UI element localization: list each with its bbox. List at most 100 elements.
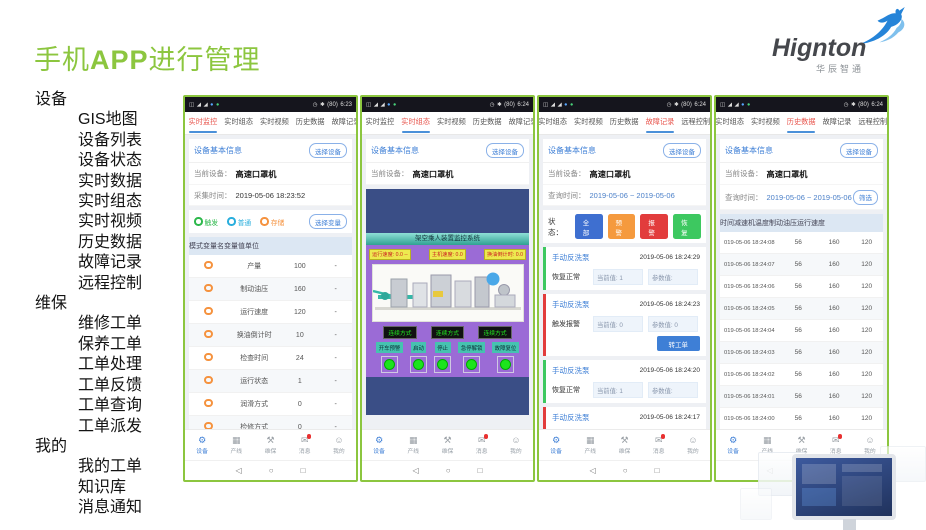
app-tab[interactable]: 故障记录 <box>328 112 356 134</box>
nav-item[interactable]: ▦ 产线 <box>573 430 607 460</box>
to-workorder-button[interactable]: 转工单 <box>657 336 701 351</box>
table-row[interactable]: 019-05-06 18:24:01 56 160 120 <box>720 386 883 408</box>
history-time: 019-05-06 18:24:07 <box>720 262 779 268</box>
table-row[interactable]: 019-05-06 18:24:04 56 160 120 <box>720 320 883 342</box>
app-tab[interactable]: 实时组态 <box>714 112 748 134</box>
nav-item[interactable]: ⚙ 设备 <box>362 430 396 460</box>
app-tab[interactable]: 实时视频 <box>748 112 784 134</box>
bottom-nav: ⚙ 设备 ▦ 产线 ⚒ 维保 ✉ 消息 ☺ 我的 <box>362 429 533 460</box>
app-tab[interactable]: 远程控制 <box>855 112 887 134</box>
table-row[interactable]: 润滑方式 0 - <box>189 393 352 416</box>
status-filter-button[interactable]: 报警 <box>640 214 668 239</box>
table-row[interactable]: 换油倒计时 10 - <box>189 324 352 347</box>
app-tab[interactable]: 实时组态 <box>398 112 434 134</box>
table-row[interactable]: 019-05-06 18:24:07 56 160 120 <box>720 254 883 276</box>
phone-history-data: ◫◢◢●● ◷ ✱ (80) 6:24 实时监控实时组态实时视频历史数据故障记录… <box>714 95 889 482</box>
hmi-control-button[interactable]: 急停解锁 <box>458 342 485 353</box>
table-row[interactable]: 制动油压 160 - <box>189 278 352 301</box>
recents-icon[interactable]: □ <box>655 466 660 475</box>
app-tab[interactable]: 故障记录 <box>642 112 678 134</box>
hmi-mode-button[interactable]: 连续方式 <box>478 326 511 339</box>
table-row[interactable]: 019-05-06 18:24:03 56 160 120 <box>720 342 883 364</box>
phone-screenshots-row: ◫◢◢●● ◷ ✱ (80) 6:23 实时监控实时组态实时视频历史数据故障记录… <box>183 95 889 482</box>
select-variable-button[interactable]: 选择变量 <box>309 214 347 229</box>
nav-item[interactable]: ✉ 消息 <box>465 430 499 460</box>
app-tab[interactable]: 实时视频 <box>257 112 293 134</box>
recents-icon[interactable]: □ <box>301 466 306 475</box>
nav-item[interactable]: ⚙ 设备 <box>539 430 573 460</box>
app-tab[interactable]: 历史数据 <box>469 112 505 134</box>
column-header: 运行速度 <box>797 218 825 228</box>
app-tab[interactable]: 远程控制 <box>678 112 710 134</box>
select-device-button[interactable]: 选择设备 <box>840 143 878 158</box>
app-tab[interactable]: 故障记录 <box>505 112 533 134</box>
nav-item[interactable]: ☺ 我的 <box>322 430 356 460</box>
fault-status: 恢复正常 <box>552 272 588 282</box>
nav-item[interactable]: ▦ 产线 <box>219 430 253 460</box>
nav-item[interactable]: ▦ 产线 <box>396 430 430 460</box>
select-device-button[interactable]: 选择设备 <box>663 143 701 158</box>
app-tab[interactable]: 实时视频 <box>434 112 470 134</box>
dot-green-icon: ● <box>747 102 750 108</box>
table-row[interactable]: 019-05-06 18:24:08 56 160 120 <box>720 232 883 254</box>
nav-item[interactable]: ☺ 我的 <box>499 430 533 460</box>
status-filter-button[interactable]: 恢复 <box>673 214 701 239</box>
nav-item[interactable]: ⚒ 维保 <box>607 430 641 460</box>
app-tab[interactable]: 历史数据 <box>606 112 642 134</box>
home-icon[interactable]: ○ <box>623 466 628 475</box>
hmi-mode-button[interactable]: 连续方式 <box>431 326 464 339</box>
phone-body: 设备基本信息 选择设备 当前设备：高速口罩机 查询时间： 2019-05-06 … <box>716 135 887 429</box>
status-filter-button[interactable]: 全部 <box>575 214 603 239</box>
table-row[interactable]: 019-05-06 18:24:05 56 160 120 <box>720 298 883 320</box>
status-bar: ◫◢◢●● ◷ ✱ (80) 6:24 <box>716 97 887 112</box>
app-tab[interactable]: 实时组态 <box>221 112 257 134</box>
card-title: 设备基本信息 <box>194 145 242 156</box>
bluetooth-icon: ✱ <box>851 102 856 108</box>
nav-item[interactable]: ✉ 消息 <box>288 430 322 460</box>
nav-item[interactable]: ⚒ 维保 <box>253 430 287 460</box>
hmi-control-button[interactable]: 开车预警 <box>376 342 403 353</box>
android-nav-bar: ◁ ○ □ <box>539 460 710 480</box>
nav-item[interactable]: ⚒ 维保 <box>430 430 464 460</box>
table-row[interactable]: 019-05-06 18:24:06 56 160 120 <box>720 276 883 298</box>
hmi-control-button[interactable]: 启动 <box>411 342 427 353</box>
app-tab[interactable]: 实时监控 <box>185 112 221 134</box>
app-tab[interactable]: 历史数据 <box>783 112 819 134</box>
fault-record-card[interactable]: 手动反洗泵 2019-05-06 18:24:29 恢复正常 当前值: 1 参数… <box>543 247 706 290</box>
fault-record-list: 手动反洗泵 2019-05-06 18:24:29 恢复正常 当前值: 1 参数… <box>539 243 710 429</box>
back-icon[interactable]: ◁ <box>236 466 242 475</box>
app-tab[interactable]: 实时视频 <box>571 112 607 134</box>
status-filter-button[interactable]: 预警 <box>608 214 636 239</box>
app-tab[interactable]: 历史数据 <box>292 112 328 134</box>
fault-record-card[interactable]: 手动反洗泵 2019-05-06 18:24:20 恢复正常 当前值: 1 参数… <box>543 360 706 403</box>
back-icon[interactable]: ◁ <box>590 466 596 475</box>
slide: 手机APP进行管理 Hignton 华辰智通 设备 GIS地图设备列表设备状态实… <box>0 0 926 530</box>
nav-label: 产线 <box>231 446 243 455</box>
hmi-mode-button[interactable]: 连续方式 <box>383 326 416 339</box>
table-row[interactable]: 检查时间 24 - <box>189 347 352 370</box>
hmi-control-button[interactable]: 停止 <box>435 342 451 353</box>
app-tab[interactable]: 故障记录 <box>819 112 855 134</box>
home-icon[interactable]: ○ <box>269 466 274 475</box>
select-device-button[interactable]: 选择设备 <box>309 143 347 158</box>
table-row[interactable]: 运行状态 1 - <box>189 370 352 393</box>
filter-button[interactable]: 筛选 <box>853 190 878 205</box>
table-row[interactable]: 019-05-06 18:24:02 56 160 120 <box>720 364 883 386</box>
app-tab[interactable]: 实时组态 <box>537 112 571 134</box>
home-icon[interactable]: ○ <box>446 466 451 475</box>
back-icon[interactable]: ◁ <box>413 466 419 475</box>
nav-label: 设备 <box>727 446 739 455</box>
production-line-icon: ▦ <box>409 435 418 446</box>
select-device-button[interactable]: 选择设备 <box>486 143 524 158</box>
table-row[interactable]: 检修方式 0 - <box>189 416 352 429</box>
app-tab[interactable]: 实时监控 <box>362 112 398 134</box>
nav-item[interactable]: ✉ 消息 <box>642 430 676 460</box>
nav-item[interactable]: ⚙ 设备 <box>185 430 219 460</box>
fault-record-card[interactable]: 手动反洗泵 2019-05-06 18:24:17 触发报警 当前值: 0 参数… <box>543 407 706 429</box>
table-row[interactable]: 产量 100 - <box>189 255 352 278</box>
table-row[interactable]: 运行速度 120 - <box>189 301 352 324</box>
fault-record-card[interactable]: 手动反洗泵 2019-05-06 18:24:23 触发报警 当前值: 0 参数… <box>543 294 706 356</box>
recents-icon[interactable]: □ <box>478 466 483 475</box>
nav-item[interactable]: ☺ 我的 <box>676 430 710 460</box>
hmi-control-button[interactable]: 故障复位 <box>492 342 519 353</box>
